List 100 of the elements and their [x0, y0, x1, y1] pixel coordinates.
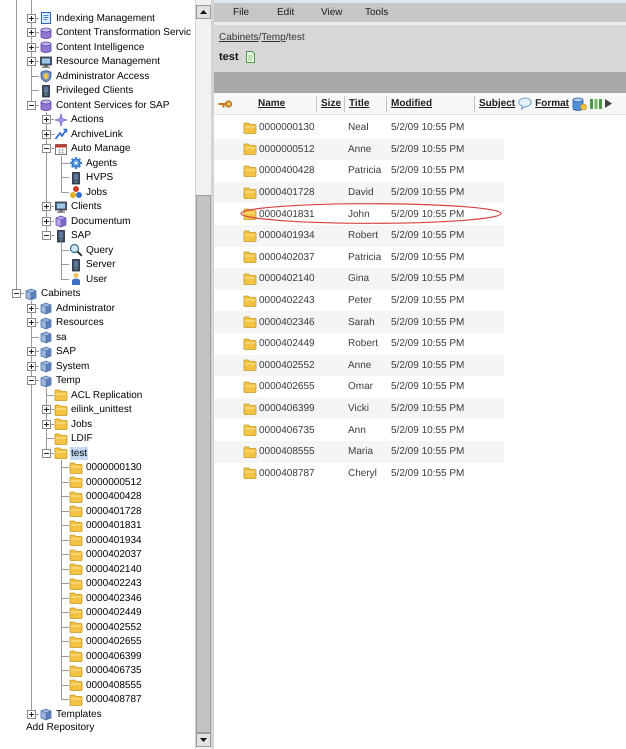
file-row[interactable]: 0000402037 Patricia 5/2/09 10:55 PM — [214, 246, 504, 268]
file-row[interactable]: 0000402655 Omar 5/2/09 10:55 PM — [214, 376, 504, 398]
expand-icon[interactable] — [27, 304, 36, 312]
tree-item[interactable]: Resource Management — [55, 55, 161, 68]
file-name[interactable]: 0000402449 — [259, 338, 315, 350]
tree-item[interactable]: Administrator — [55, 302, 116, 314]
right-arrow-icon[interactable] — [605, 99, 612, 108]
menu-item[interactable]: File — [233, 7, 277, 18]
file-name[interactable]: 0000406399 — [259, 403, 315, 414]
scroll-down-button[interactable] — [196, 733, 211, 747]
scroll-up-button[interactable] — [196, 5, 211, 19]
expand-icon[interactable] — [27, 318, 36, 327]
file-name[interactable]: 0000401831 — [259, 208, 315, 220]
database-icon[interactable] — [572, 96, 588, 110]
tree-item[interactable]: 0000401831 — [85, 519, 143, 532]
file-row[interactable]: 0000401728 David 5/2/09 10:55 PM — [214, 182, 504, 204]
tree-item[interactable]: 0000408787 — [85, 693, 143, 706]
file-name[interactable]: 0000401934 — [259, 230, 315, 242]
column-header[interactable]: Subject — [479, 98, 516, 109]
tree-item[interactable]: SAP — [70, 229, 92, 242]
collapse-icon[interactable] — [42, 448, 51, 458]
tree-item[interactable]: Resources — [55, 316, 105, 329]
tree-item[interactable]: Temp — [55, 374, 82, 387]
tree-item[interactable]: ArchiveLink — [70, 128, 124, 140]
expand-icon[interactable] — [27, 347, 36, 356]
speech-bubble-icon[interactable] — [518, 97, 532, 110]
tree-item[interactable]: Jobs — [85, 186, 108, 198]
tree-item[interactable]: Content Transformation Servic — [55, 26, 192, 39]
tree-item[interactable]: 0000402140 — [85, 562, 143, 576]
file-row[interactable]: 0000402346 Sarah 5/2/09 10:55 PM — [214, 311, 504, 333]
tree-item[interactable]: User — [85, 272, 108, 286]
column-header[interactable]: Size — [321, 98, 342, 109]
tree-item[interactable]: Actions — [70, 113, 105, 126]
tree-item[interactable]: sa — [55, 330, 68, 344]
file-row[interactable]: 0000402449 Robert 5/2/09 10:55 PM — [214, 332, 504, 355]
expand-icon[interactable] — [27, 28, 36, 37]
file-row[interactable]: 0000408555 Maria 5/2/09 10:55 PM — [214, 440, 504, 462]
tree-item[interactable]: 0000000512 — [85, 476, 143, 488]
file-name[interactable]: 0000406735 — [259, 424, 315, 436]
file-name[interactable]: 0000402037 — [259, 252, 315, 263]
expand-icon[interactable] — [27, 362, 36, 370]
tree-item[interactable]: 0000402243 — [85, 577, 143, 590]
expand-icon[interactable] — [27, 710, 36, 718]
file-name[interactable]: 0000000130 — [259, 122, 315, 134]
tree-item[interactable]: Clients — [70, 200, 103, 213]
tree-item[interactable]: Auto Manage — [70, 142, 132, 155]
file-row[interactable]: 0000401934 Robert 5/2/09 10:55 PM — [214, 224, 504, 247]
expand-icon[interactable] — [42, 202, 51, 211]
column-header[interactable]: Modified — [391, 98, 432, 109]
file-row[interactable]: 0000406399 Vicki 5/2/09 10:55 PM — [214, 398, 504, 420]
column-header[interactable]: Title — [349, 98, 370, 109]
tree-item[interactable]: Server — [85, 258, 116, 271]
breadcrumb-link[interactable]: Temp — [261, 31, 286, 45]
expand-icon[interactable] — [42, 130, 51, 138]
file-name[interactable]: 0000402655 — [259, 381, 315, 392]
file-name[interactable]: 0000402243 — [259, 295, 315, 306]
tree-item[interactable]: Jobs — [70, 418, 94, 430]
tree-item[interactable]: 0000000130 — [85, 461, 143, 474]
file-name[interactable]: 0000402140 — [259, 273, 315, 284]
tree-item[interactable]: 0000401728 — [85, 504, 143, 518]
menu-item[interactable]: Tools — [365, 7, 409, 18]
collapse-icon[interactable] — [27, 100, 36, 110]
tree-item[interactable]: 0000401934 — [85, 534, 143, 546]
tree-item[interactable]: 0000406735 — [85, 664, 143, 677]
tree-item[interactable]: Content Services for SAP — [55, 98, 170, 112]
file-row[interactable]: 0000402243 Peter 5/2/09 10:55 PM — [214, 290, 504, 312]
file-row[interactable]: 0000000512 Anne 5/2/09 10:55 PM — [214, 138, 504, 160]
column-header[interactable]: Name — [258, 98, 286, 109]
file-name[interactable]: 0000408787 — [259, 468, 315, 479]
tree-item[interactable]: 0000402655 — [85, 635, 143, 648]
collapse-icon[interactable] — [27, 376, 36, 385]
tree-item[interactable]: 0000402449 — [85, 606, 143, 619]
file-name[interactable]: 0000402346 — [259, 316, 315, 328]
column-header[interactable]: Format — [535, 98, 570, 109]
tree-item[interactable]: LDIF — [70, 432, 94, 445]
collapse-icon[interactable] — [42, 231, 51, 240]
tree-item[interactable]: Privileged Clients — [55, 84, 134, 97]
tree-item[interactable]: 0000408555 — [85, 678, 143, 692]
key-icon[interactable] — [218, 98, 232, 108]
tree-item[interactable]: SAP — [55, 345, 78, 358]
file-name[interactable]: 0000402552 — [259, 360, 315, 371]
scrollbar-thumb[interactable] — [196, 195, 211, 733]
tree-item[interactable]: test — [70, 446, 88, 460]
file-row[interactable]: 0000402552 Anne 5/2/09 10:55 PM — [214, 354, 504, 376]
file-row[interactable]: 0000401831 John 5/2/09 10:55 PM — [214, 203, 504, 225]
file-name[interactable]: 0000408555 — [259, 446, 315, 458]
tree-item[interactable]: Content Intelligence — [55, 40, 146, 54]
tree-item[interactable]: 0000400428 — [85, 490, 143, 503]
expand-icon[interactable] — [42, 405, 51, 414]
tree-item[interactable]: Agents — [85, 156, 118, 170]
expand-icon[interactable] — [27, 14, 36, 22]
file-name[interactable]: 0000400428 — [259, 165, 315, 176]
expand-icon[interactable] — [42, 216, 51, 226]
collapse-icon[interactable] — [12, 289, 21, 298]
file-row[interactable]: 0000408787 Cheryl 5/2/09 10:55 PM — [214, 462, 504, 484]
tree-item[interactable]: 0000406399 — [85, 650, 143, 662]
tree-item[interactable]: ACL Replication — [70, 388, 144, 402]
tree-item[interactable]: 0000402346 — [85, 592, 143, 604]
file-name[interactable]: 0000401728 — [259, 187, 315, 198]
tree-item[interactable]: eilink_unittest — [70, 403, 133, 416]
